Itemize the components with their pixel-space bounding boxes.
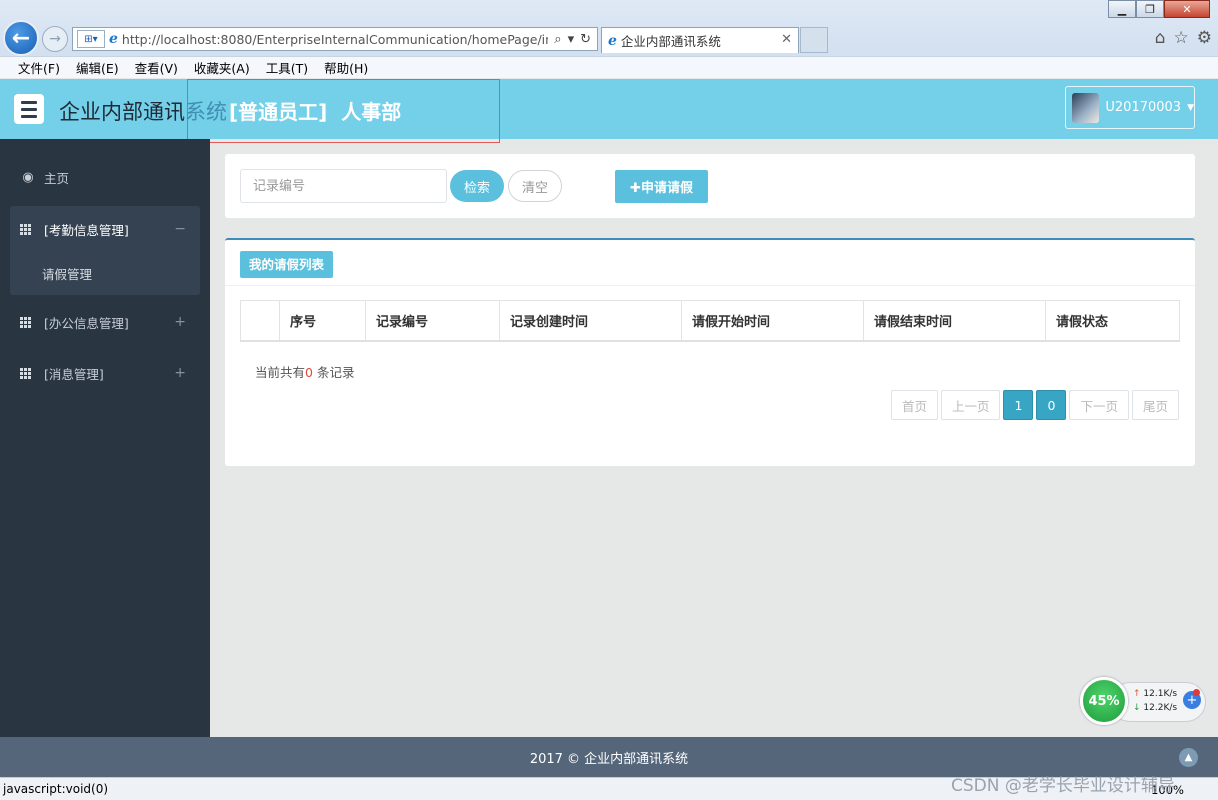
status-text: javascript:void(0) (3, 782, 109, 796)
sidebar-item-label: 主页 (44, 170, 70, 186)
menu-view[interactable]: 查看(V) (135, 58, 178, 77)
expand-icon[interactable]: + (174, 314, 186, 330)
browser-chrome: ▁ ❐ ✕ ← → ⊞▾ e http://localhost:8080/Ent… (0, 0, 1218, 78)
grid-icon (20, 316, 36, 328)
annotation-highlight-box (187, 79, 500, 143)
prev-page-button[interactable]: 上一页 (940, 390, 1001, 420)
app-header: 企业内部通讯系统 [普通员工] 人事部 (0, 79, 1218, 139)
leave-table: 序号 记录编号 记录创建时间 请假开始时间 请假结束时间 请假状态 (240, 300, 1180, 342)
list-title: 我的请假列表 (240, 251, 334, 278)
caret-down-icon: ▼ (1187, 102, 1194, 113)
address-bar[interactable]: ⊞▾ e http://localhost:8080/EnterpriseInt… (72, 27, 598, 51)
favorites-star-icon[interactable]: ☆ (1174, 28, 1189, 48)
app-title-main: 企业内部通讯 (59, 100, 185, 124)
network-usage-gauge: 45% (1080, 677, 1128, 725)
search-icon[interactable]: ⌕ (554, 32, 561, 47)
count-number: 0 (305, 365, 313, 380)
expand-icon[interactable]: + (174, 365, 186, 381)
list-title-bar: 我的请假列表 (225, 240, 1195, 286)
leave-list-panel: 我的请假列表 序号 记录编号 记录创建时间 请假开始时间 请假结束时间 请假状态… (225, 238, 1195, 466)
dropdown-icon[interactable]: ▾ (568, 32, 575, 47)
notification-dot (1193, 689, 1200, 696)
record-count: 当前共有0 条记录 (255, 362, 354, 381)
compat-view-icon[interactable]: ⊞▾ (77, 30, 105, 48)
scroll-top-icon[interactable]: ▲ (1179, 748, 1198, 767)
grid-icon (20, 367, 36, 379)
menu-edit[interactable]: 编辑(E) (76, 58, 119, 77)
pagination: 首页 上一页 1 0 下一页 尾页 (890, 390, 1179, 420)
sidebar-item-messages[interactable]: [消息管理] + (10, 354, 200, 392)
download-rate: 12.2K/s (1143, 703, 1178, 713)
footer-text: 2017 © 企业内部通讯系统 (529, 751, 689, 767)
first-page-button[interactable]: 首页 (890, 390, 938, 420)
upload-rate: 12.1K/s (1143, 689, 1178, 699)
ie-logo-icon: e (109, 31, 118, 47)
download-arrow-icon: ↓ (1133, 703, 1141, 713)
current-page[interactable]: 1 (1003, 390, 1034, 420)
menu-help[interactable]: 帮助(H) (324, 58, 368, 77)
sidebar-item-label: [办公信息管理] (44, 315, 129, 331)
sidebar-item-home[interactable]: ◉ 主页 (10, 158, 200, 196)
column-header-start-time: 请假开始时间 (681, 300, 864, 342)
tab-title: 企业内部通讯系统 (620, 34, 721, 49)
title-bar: ▁ ❐ ✕ (0, 0, 1218, 22)
hamburger-menu-icon[interactable] (14, 94, 44, 124)
forward-button[interactable]: → (42, 26, 68, 52)
network-monitor-widget[interactable]: 45% ↑ 12.1K/s ↓ 12.2K/s + (1080, 677, 1208, 727)
column-header-status: 请假状态 (1045, 300, 1180, 342)
username: U20170003 (1105, 100, 1182, 115)
menu-bar: 文件(F) 编辑(E) 查看(V) 收藏夹(A) 工具(T) 帮助(H) (0, 56, 1218, 78)
maximize-button[interactable]: ❐ (1136, 0, 1164, 18)
menu-favorites[interactable]: 收藏夹(A) (194, 58, 250, 77)
table-header-row: 序号 记录编号 记录创建时间 请假开始时间 请假结束时间 请假状态 (240, 300, 1180, 342)
next-page-button[interactable]: 下一页 (1069, 390, 1129, 420)
column-header-end-time: 请假结束时间 (863, 300, 1046, 342)
tab-ie-icon: e (608, 32, 617, 49)
sidebar-group-attendance: [考勤信息管理] − 请假管理 (10, 206, 200, 295)
menu-tools[interactable]: 工具(T) (266, 58, 308, 77)
settings-gear-icon[interactable]: ⚙ (1197, 28, 1212, 48)
sidebar-item-attendance[interactable]: [考勤信息管理] − (10, 210, 200, 248)
minimize-button[interactable]: ▁ (1108, 0, 1136, 18)
sidebar-item-office[interactable]: [办公信息管理] + (10, 303, 200, 341)
sidebar-item-label: [考勤信息管理] (44, 222, 129, 238)
network-rates: ↑ 12.1K/s ↓ 12.2K/s (1133, 687, 1177, 715)
count-suffix: 条记录 (312, 365, 355, 380)
upload-arrow-icon: ↑ (1133, 689, 1141, 699)
count-prefix: 当前共有 (255, 365, 306, 380)
address-actions: ⌕ ▾ ↻ (548, 32, 597, 47)
home-icon[interactable]: ⌂ (1155, 28, 1166, 48)
collapse-icon[interactable]: − (174, 221, 186, 237)
clear-button[interactable]: 清空 (508, 170, 562, 202)
column-header-created-time: 记录创建时间 (499, 300, 682, 342)
column-header-select (240, 300, 280, 342)
new-tab-button[interactable] (800, 27, 828, 53)
browser-tab[interactable]: e 企业内部通讯系统 ✕ (601, 27, 799, 53)
address-url[interactable]: http://localhost:8080/EnterpriseInternal… (122, 32, 548, 47)
refresh-icon[interactable]: ↻ (580, 32, 591, 47)
sidebar-subitem-leave[interactable]: 请假管理 (42, 264, 92, 283)
avatar (1072, 92, 1100, 123)
record-number-input[interactable] (240, 169, 447, 203)
browser-toolbar-icons: ⌂ ☆ ⚙ (1155, 28, 1212, 48)
last-page-button[interactable]: 尾页 (1131, 390, 1179, 420)
grid-icon (20, 223, 36, 235)
window-controls: ▁ ❐ ✕ (1108, 0, 1210, 18)
column-header-index: 序号 (279, 300, 366, 342)
dashboard-icon: ◉ (22, 169, 34, 185)
column-header-record-number: 记录编号 (365, 300, 500, 342)
total-pages[interactable]: 0 (1036, 390, 1067, 420)
tab-close-icon[interactable]: ✕ (781, 32, 792, 47)
close-window-button[interactable]: ✕ (1164, 0, 1210, 18)
plus-icon: ✚ (630, 181, 641, 196)
user-menu[interactable]: U20170003 ▼ (1065, 86, 1195, 129)
apply-leave-button[interactable]: ✚申请请假 (615, 170, 708, 203)
menu-file[interactable]: 文件(F) (18, 58, 60, 77)
watermark: CSDN @老学长毕业设计辅导 (951, 776, 1175, 796)
back-button[interactable]: ← (3, 20, 39, 56)
apply-leave-label: 申请请假 (640, 181, 693, 196)
search-panel: 检索 清空 ✚申请请假 (225, 154, 1195, 218)
sidebar-item-label: [消息管理] (44, 366, 104, 382)
search-button[interactable]: 检索 (450, 170, 504, 202)
